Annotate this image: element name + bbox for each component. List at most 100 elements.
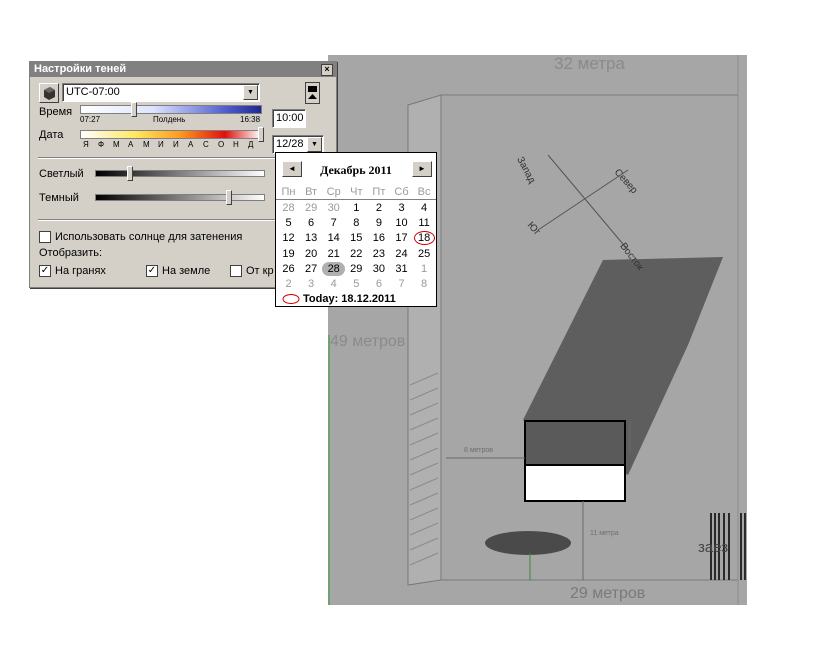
calendar-day[interactable]: 12 — [277, 231, 300, 245]
dimension-11m-label: 11 метра — [590, 530, 619, 537]
month-letter: О — [218, 140, 225, 149]
calendar-day[interactable]: 21 — [322, 247, 345, 261]
time-noon-label: Полдень — [153, 115, 186, 124]
today-marker-icon — [282, 293, 300, 305]
month-letter: А — [188, 140, 194, 149]
separator — [38, 157, 276, 159]
calendar-day[interactable]: 5 — [277, 216, 300, 230]
month-letter: И — [173, 140, 179, 149]
timezone-select[interactable]: UTC-07:00 ▼ — [62, 83, 260, 102]
calendar-day[interactable]: 5 — [345, 277, 368, 291]
calendar-day[interactable]: 28 — [322, 261, 346, 276]
light-slider-thumb[interactable] — [127, 166, 133, 181]
on-faces-checkbox[interactable]: ✓ — [39, 265, 51, 277]
calendar-day[interactable]: 8 — [413, 277, 436, 291]
time-value: 10:00 — [276, 112, 304, 124]
today-link[interactable]: Today: 18.12.2011 — [303, 293, 396, 305]
separator — [38, 219, 276, 221]
calendar-day[interactable]: 24 — [390, 247, 413, 261]
dark-slider-track[interactable] — [95, 194, 265, 201]
calendar-day[interactable]: 2 — [277, 277, 300, 291]
month-letter: М — [143, 140, 150, 149]
date-value: 12/28 — [276, 138, 304, 150]
calendar-day[interactable]: 28 — [277, 201, 300, 215]
time-max-label: 16:38 — [240, 115, 261, 124]
weekday-label: Пн — [281, 186, 296, 198]
light-slider-track[interactable] — [95, 170, 265, 177]
calendar-day[interactable]: 2 — [367, 201, 390, 215]
date-picker-calendar: ◄ Декабрь 2011 ► Today: 18.12.2011 Пн Вт С… — [275, 152, 437, 307]
calendar-day[interactable]: 27 — [300, 262, 323, 276]
left-dimension-label: 49 метров — [330, 333, 406, 350]
chevron-down-icon: ▼ — [243, 85, 258, 100]
month-letter: Я — [83, 140, 89, 149]
calendar-day[interactable]: 3 — [300, 277, 323, 291]
calendar-day[interactable]: 4 — [322, 277, 345, 291]
month-letter: С — [203, 140, 209, 149]
use-sun-label: Использовать солнце для затенения — [55, 231, 243, 243]
calendar-day[interactable]: 20 — [300, 247, 323, 261]
light-label: Светлый — [39, 168, 84, 180]
calendar-day[interactable]: 7 — [390, 277, 413, 291]
calendar-day[interactable]: 14 — [322, 231, 345, 245]
calendar-day[interactable]: 13 — [300, 231, 323, 245]
calendar-day[interactable]: 10 — [390, 216, 413, 230]
calendar-day[interactable]: 11 — [413, 216, 436, 230]
calendar-day[interactable]: 23 — [367, 247, 390, 261]
shadow-cube-icon — [44, 87, 55, 100]
collapse-panel-button[interactable] — [305, 82, 320, 104]
month-letter: М — [113, 140, 120, 149]
calendar-day[interactable]: 9 — [367, 216, 390, 230]
calendar-day[interactable]: 16 — [367, 231, 390, 245]
chevron-down-icon: ▼ — [307, 137, 322, 152]
weekday-label: Вт — [305, 186, 318, 198]
calendar-day[interactable]: 25 — [413, 247, 436, 261]
date-label: Дата — [39, 129, 64, 141]
weekday-label: Чт — [350, 186, 363, 198]
display-label: Отобразить: — [39, 247, 103, 259]
calendar-day[interactable]: 17 — [390, 231, 413, 245]
calendar-day[interactable]: 7 — [322, 216, 345, 230]
calendar-day[interactable]: 30 — [367, 262, 390, 276]
month-letters: ЯФМАМИИАСОНД — [83, 140, 263, 150]
calendar-day[interactable]: 26 — [277, 262, 300, 276]
month-letter: Д — [248, 140, 254, 149]
time-min-label: 07:27 — [80, 115, 101, 124]
time-slider-thumb[interactable] — [131, 102, 137, 117]
calendar-day[interactable]: 1 — [413, 262, 436, 276]
date-slider-track[interactable] — [80, 130, 262, 139]
calendar-day[interactable]: 29 — [345, 262, 368, 276]
calendar-day[interactable]: 30 — [322, 201, 345, 215]
timezone-value: UTC-07:00 — [66, 86, 120, 98]
calendar-day[interactable]: 15 — [345, 231, 368, 245]
use-sun-checkbox[interactable] — [39, 231, 51, 243]
calendar-day[interactable]: 8 — [345, 216, 368, 230]
calendar-day[interactable]: 29 — [300, 201, 323, 215]
time-label: Время — [39, 106, 73, 118]
partial-sign-label: заез — [698, 539, 729, 556]
next-month-button[interactable]: ► — [412, 161, 432, 177]
model-viewport[interactable]: 32 метра 49 метров 29 метров 8 метров 11… — [328, 55, 747, 605]
month-letter: И — [158, 140, 164, 149]
calendar-day[interactable]: 31 — [390, 262, 413, 276]
calendar-day[interactable]: 6 — [300, 216, 323, 230]
from-edges-checkbox[interactable] — [230, 265, 242, 277]
weekday-label: Вс — [417, 186, 431, 198]
calendar-day[interactable]: 1 — [345, 201, 368, 215]
close-button[interactable]: × — [321, 64, 333, 76]
calendar-day[interactable]: 19 — [277, 247, 300, 261]
month-letter: Н — [233, 140, 239, 149]
time-input[interactable]: 10:00 — [272, 109, 306, 128]
dialog-titlebar[interactable]: Настройки теней × — [30, 62, 336, 77]
on-faces-label: На гранях — [55, 265, 106, 277]
time-slider-track[interactable] — [80, 105, 262, 114]
calendar-day[interactable]: 6 — [367, 277, 390, 291]
calendar-day[interactable]: 3 — [390, 201, 413, 215]
dark-slider-thumb[interactable] — [226, 190, 232, 205]
scene-drawing — [328, 55, 746, 605]
bottom-dimension-label: 29 метров — [570, 585, 646, 602]
calendar-day[interactable]: 4 — [413, 201, 436, 215]
on-ground-checkbox[interactable]: ✓ — [146, 265, 158, 277]
calendar-day[interactable]: 22 — [345, 247, 368, 261]
shadow-toggle-button[interactable] — [39, 83, 59, 103]
